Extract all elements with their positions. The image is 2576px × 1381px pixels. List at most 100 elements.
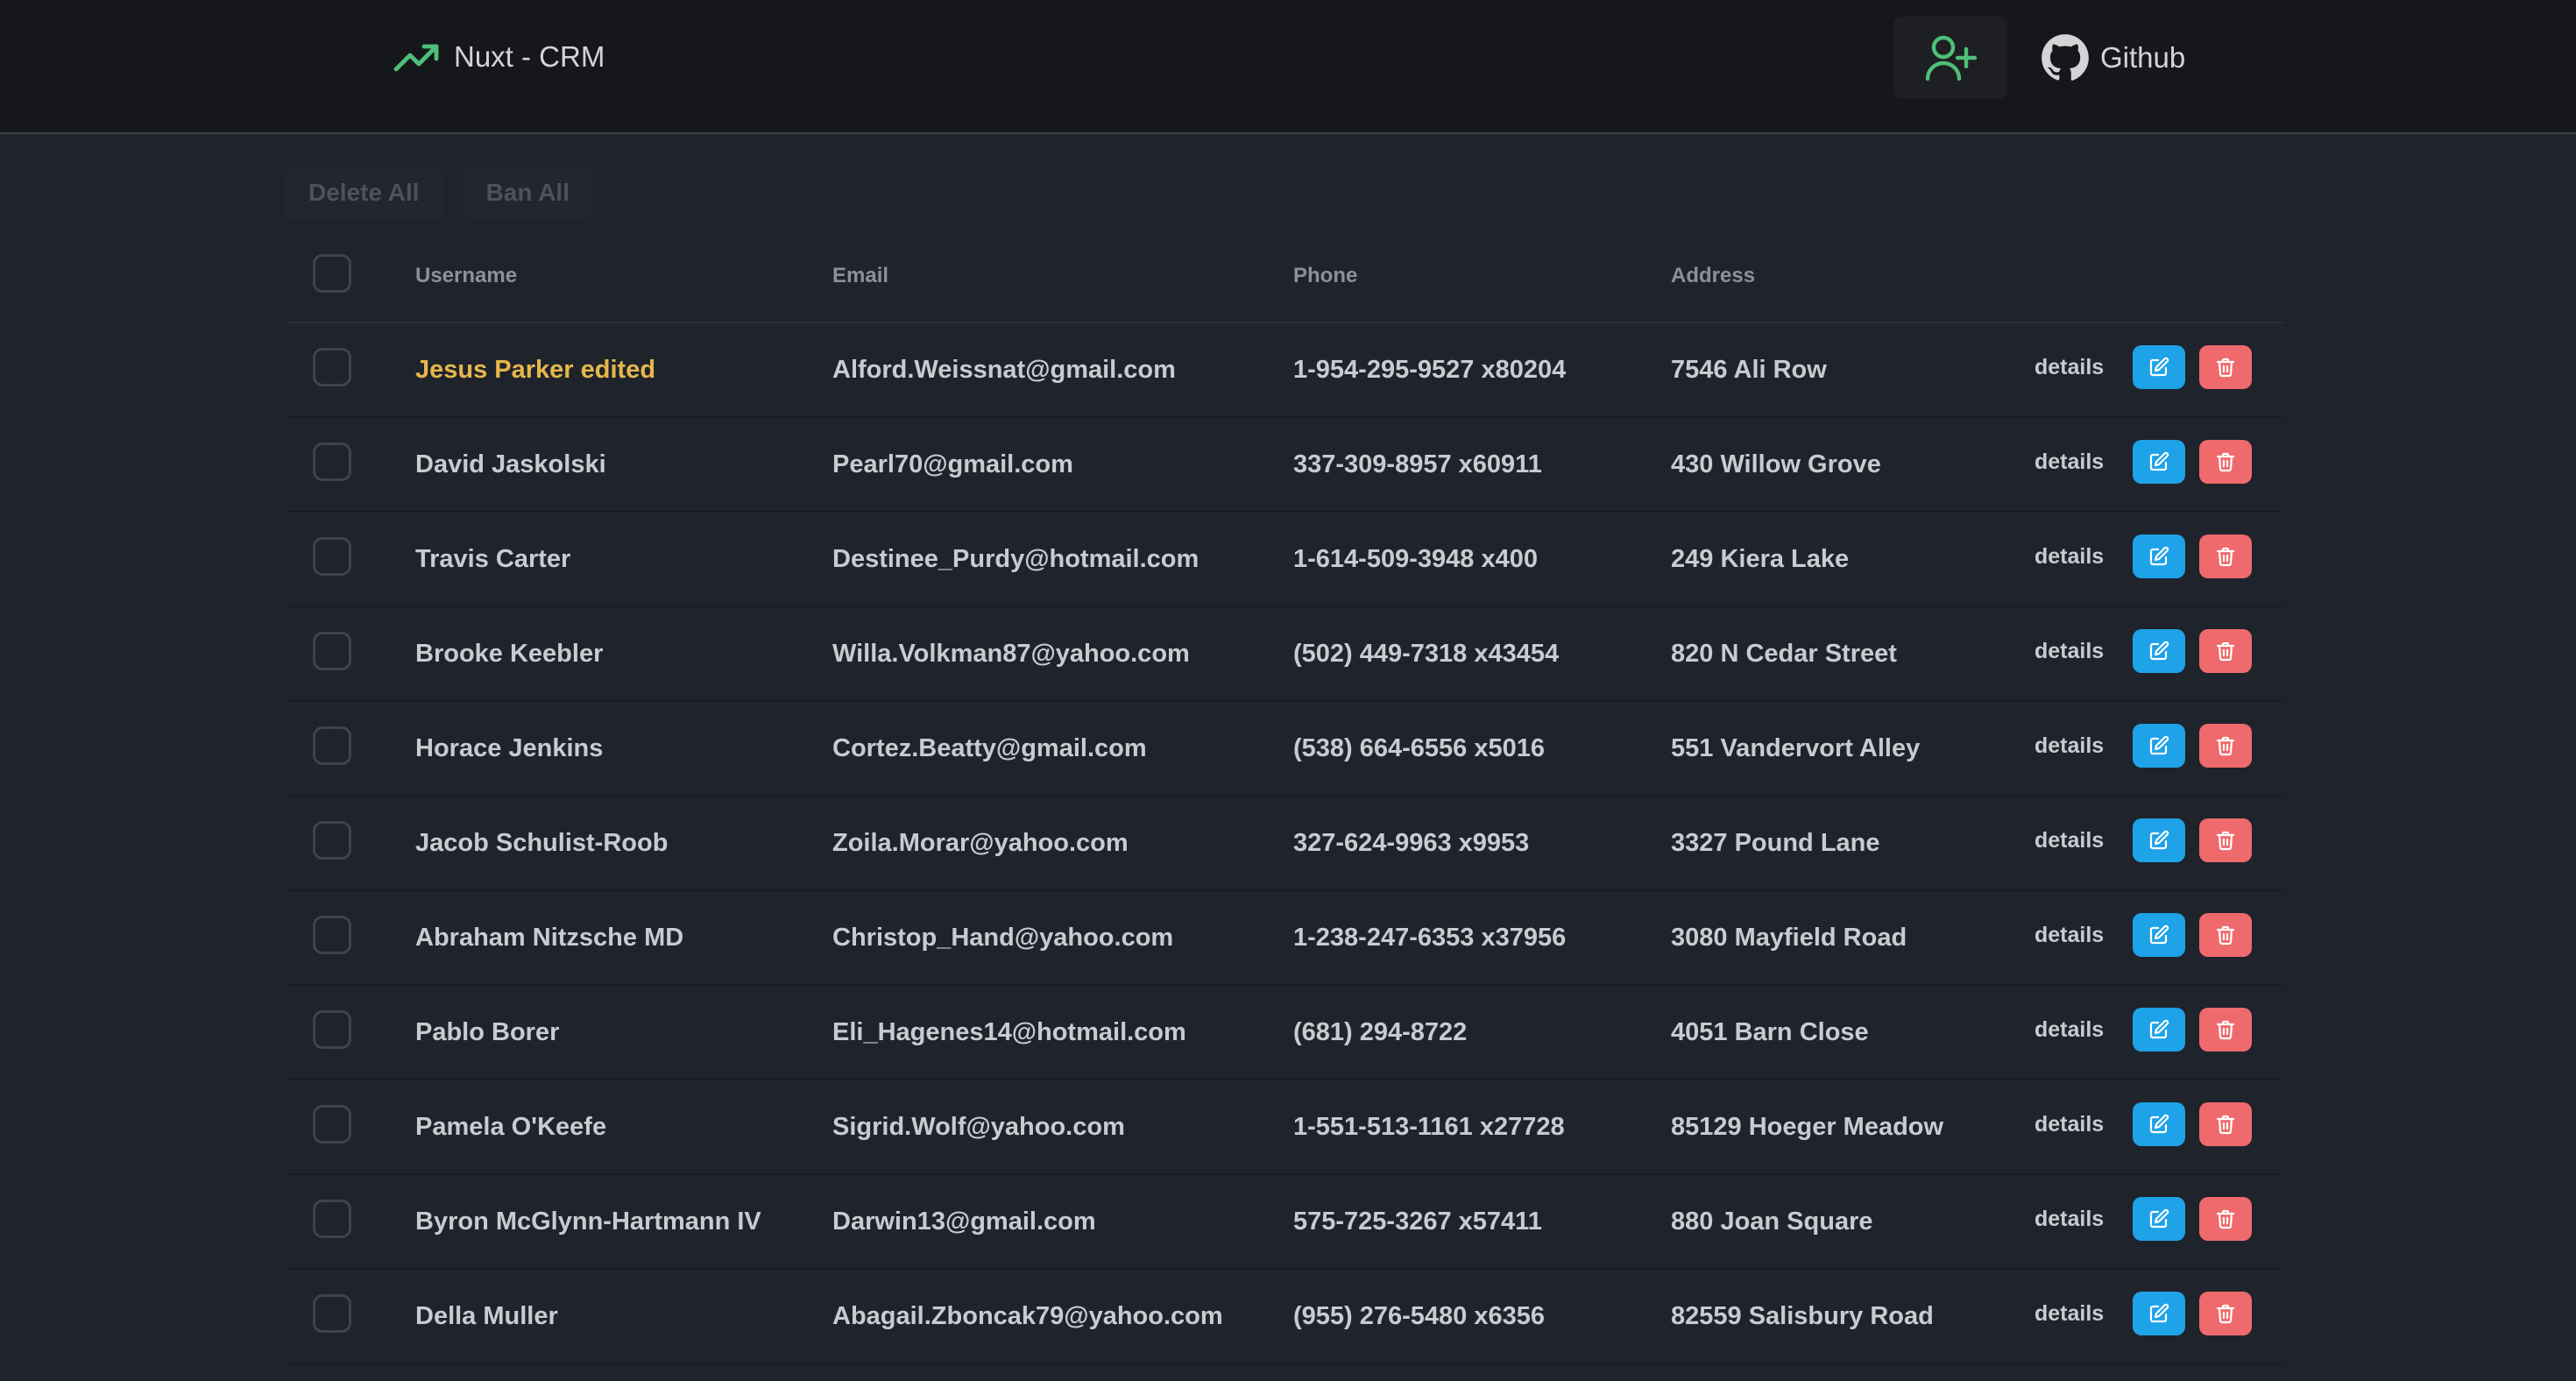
details-link[interactable]: details [2035,639,2104,664]
brand[interactable]: Nuxt - CRM [393,35,605,79]
edit-button[interactable] [2133,535,2185,578]
row-checkbox[interactable] [313,1105,351,1144]
cell-email: Pearl70@gmail.com [832,450,1073,478]
details-link[interactable]: details [2035,450,2104,475]
cell-username: Pablo Borer [415,1017,560,1046]
edit-button[interactable] [2133,440,2185,484]
row-checkbox[interactable] [313,726,351,765]
row-checkbox[interactable] [313,1200,351,1238]
delete-button[interactable] [2199,1102,2252,1146]
edit-button[interactable] [2133,1102,2185,1146]
delete-button[interactable] [2199,345,2252,389]
delete-button[interactable] [2199,1197,2252,1241]
details-link[interactable]: details [2035,1207,2104,1232]
delete-button[interactable] [2199,629,2252,673]
cell-address: 880 Joan Square [1671,1207,1873,1236]
table-row: David Jaskolski Pearl70@gmail.com 337-30… [286,418,2283,513]
table-row: Abraham Nitzsche MD Christop_Hand@yahoo.… [286,891,2283,986]
cell-address: 3327 Pound Lane [1671,828,1880,857]
details-link[interactable]: details [2035,733,2104,759]
edit-button[interactable] [2133,913,2185,957]
delete-button[interactable] [2199,440,2252,484]
bulk-actions: Delete All Ban All [286,166,592,219]
details-link[interactable]: details [2035,355,2104,380]
edit-icon [2149,357,2169,377]
cell-email: Destinee_Purdy@hotmail.com [832,544,1200,573]
edit-button[interactable] [2133,629,2185,673]
delete-all-button[interactable]: Delete All [286,166,442,219]
row-checkbox[interactable] [313,821,351,860]
github-link[interactable]: Github [2041,33,2185,82]
table-row: Jesus Parker edited Alford.Weissnat@gmai… [286,323,2283,418]
edit-button[interactable] [2133,1197,2185,1241]
details-link[interactable]: details [2035,828,2104,853]
cell-phone: (538) 664-6556 x5016 [1293,733,1546,762]
cell-phone: 327-624-9963 x9953 [1293,828,1530,857]
github-label: Github [2100,41,2186,74]
cell-address: 551 Vandervort Alley [1671,733,1921,762]
row-checkbox[interactable] [313,348,351,386]
trash-icon [2216,358,2235,378]
edit-icon [2149,924,2169,945]
cell-phone: 1-954-295-9527 x80204 [1293,355,1567,384]
edit-button[interactable] [2133,345,2185,389]
table-header: Username Email Phone Address [286,230,2283,323]
details-link[interactable]: details [2035,1112,2104,1137]
delete-button[interactable] [2199,724,2252,768]
trash-icon [2216,736,2235,756]
add-user-button[interactable] [1893,17,2007,99]
column-header-phone: Phone [1293,263,1358,287]
delete-button[interactable] [2199,535,2252,578]
trash-icon [2216,641,2235,662]
cell-email: Abagail.Zboncak79@yahoo.com [832,1301,1223,1330]
row-checkbox[interactable] [313,916,351,954]
cell-username: Abraham Nitzsche MD [415,923,684,952]
table-row: Pablo Borer Eli_Hagenes14@hotmail.com (6… [286,986,2283,1080]
table-body: Jesus Parker edited Alford.Weissnat@gmai… [286,323,2283,1364]
row-checkbox[interactable] [313,1294,351,1333]
table-row: Travis Carter Destinee_Purdy@hotmail.com… [286,513,2283,607]
table-row: Byron McGlynn-Hartmann IV Darwin13@gmail… [286,1175,2283,1270]
edit-icon [2149,735,2169,755]
edit-button[interactable] [2133,818,2185,862]
details-link[interactable]: details [2035,544,2104,570]
delete-button[interactable] [2199,913,2252,957]
row-checkbox[interactable] [313,537,351,576]
cell-username: Travis Carter [415,544,571,573]
details-link[interactable]: details [2035,1017,2104,1043]
cell-username: Della Muller [415,1301,558,1330]
row-checkbox[interactable] [313,632,351,670]
cell-email: Darwin13@gmail.com [832,1207,1096,1236]
delete-button[interactable] [2199,1008,2252,1052]
row-checkbox[interactable] [313,443,351,481]
trash-icon [2216,831,2235,851]
cell-address: 4051 Barn Close [1671,1017,1869,1046]
user-plus-icon [1925,35,1977,81]
delete-button[interactable] [2199,818,2252,862]
details-link[interactable]: details [2035,923,2104,948]
select-all-checkbox[interactable] [313,253,351,293]
delete-button[interactable] [2199,1292,2252,1335]
edit-icon [2149,1114,2169,1134]
row-checkbox[interactable] [313,1010,351,1049]
edit-icon [2149,830,2169,850]
details-link[interactable]: details [2035,1301,2104,1327]
cell-phone: 1-551-513-1161 x27728 [1293,1112,1565,1141]
cell-phone: (955) 276-5480 x6356 [1293,1301,1546,1330]
cell-phone: 575-725-3267 x57411 [1293,1207,1542,1236]
ban-all-button[interactable]: Ban All [463,166,592,219]
cell-email: Alford.Weissnat@gmail.com [832,355,1176,384]
trash-icon [2216,1209,2235,1229]
trash-icon [2216,547,2235,567]
cell-email: Sigrid.Wolf@yahoo.com [832,1112,1125,1141]
edit-button[interactable] [2133,1292,2185,1335]
edit-button[interactable] [2133,1008,2185,1052]
cell-email: Willa.Volkman87@yahoo.com [832,639,1190,668]
trash-icon [2216,925,2235,945]
edit-button[interactable] [2133,724,2185,768]
trash-icon [2216,452,2235,472]
cell-username: Pamela O'Keefe [415,1112,607,1141]
edit-icon [2149,451,2169,471]
trash-icon [2216,1020,2235,1040]
table-row: Della Muller Abagail.Zboncak79@yahoo.com… [286,1270,2283,1364]
